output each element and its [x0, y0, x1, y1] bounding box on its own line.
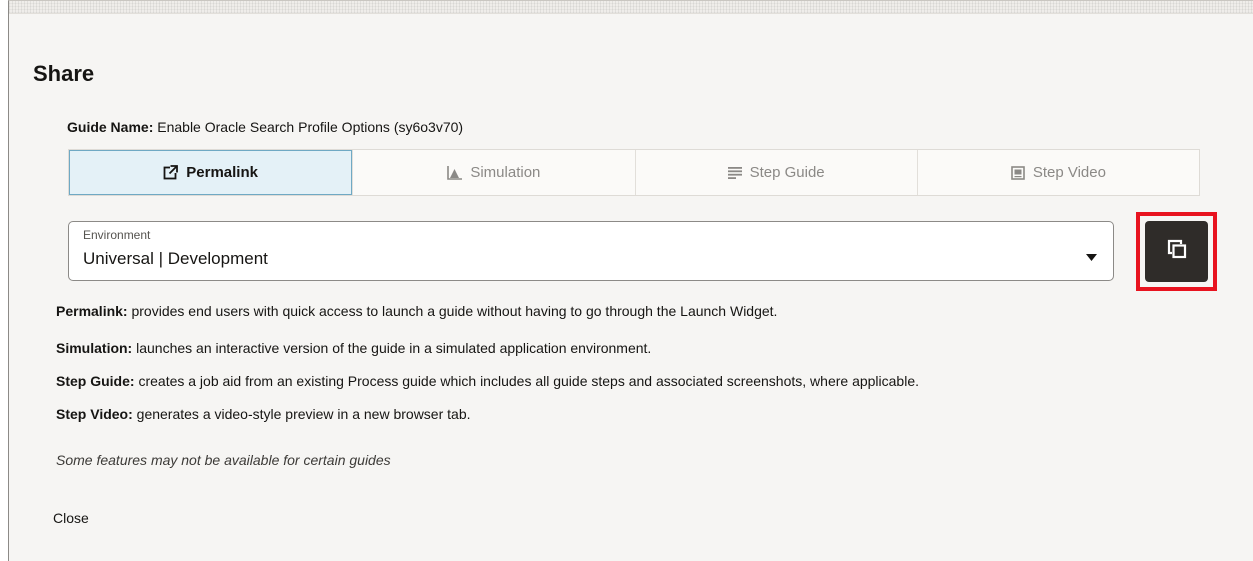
close-button[interactable]: Close	[53, 510, 89, 526]
caret-down-icon	[1086, 248, 1097, 266]
share-type-tabs: Permalink Simulation Step Guide Step Vid…	[68, 149, 1200, 196]
description-permalink: Permalink: provides end users with quick…	[56, 303, 777, 319]
dialog-title: Share	[33, 61, 95, 86]
environment-label: Environment	[83, 228, 151, 242]
availability-note: Some features may not be available for c…	[56, 452, 391, 468]
description-text: provides end users with quick access to …	[131, 303, 778, 319]
description-term: Step Video:	[56, 406, 133, 422]
tab-simulation[interactable]: Simulation	[352, 150, 634, 195]
environment-select[interactable]: Environment Universal | Development	[68, 221, 1114, 281]
chart-icon	[447, 165, 463, 180]
tab-simulation-label: Simulation	[470, 164, 541, 181]
description-text: launches an interactive version of the g…	[136, 340, 652, 356]
description-term: Step Guide:	[56, 373, 135, 389]
environment-value: Universal | Development	[83, 249, 268, 268]
share-dialog: Share Guide Name: Enable Oracle Search P…	[8, 0, 1253, 561]
lines-icon	[727, 166, 742, 179]
external-link-icon	[163, 165, 179, 180]
copy-button-highlight	[1136, 212, 1217, 291]
description-term: Simulation:	[56, 340, 133, 356]
tab-step-guide[interactable]: Step Guide	[634, 150, 917, 195]
copy-link-button[interactable]	[1145, 221, 1208, 282]
tab-step-video[interactable]: Step Video	[916, 150, 1199, 195]
description-text: creates a job aid from an existing Proce…	[138, 373, 920, 389]
tab-step-video-label: Step Video	[1032, 164, 1106, 181]
description-step-guide: Step Guide: creates a job aid from an ex…	[56, 373, 919, 389]
description-term: Permalink:	[56, 303, 128, 319]
copy-icon	[1167, 239, 1187, 264]
video-icon	[1011, 165, 1025, 180]
guide-name-label: Guide Name:	[67, 119, 154, 135]
tab-step-guide-label: Step Guide	[749, 164, 825, 181]
tab-permalink-label: Permalink	[186, 164, 258, 181]
guide-name: Guide Name: Enable Oracle Search Profile…	[67, 119, 463, 135]
guide-name-value: Enable Oracle Search Profile Options (sy…	[157, 119, 464, 135]
tab-permalink[interactable]: Permalink	[69, 150, 353, 195]
description-text: generates a video-style preview in a new…	[136, 406, 471, 422]
description-step-video: Step Video: generates a video-style prev…	[56, 406, 471, 422]
description-simulation: Simulation: launches an interactive vers…	[56, 340, 651, 356]
dialog-top-band	[9, 1, 1253, 14]
